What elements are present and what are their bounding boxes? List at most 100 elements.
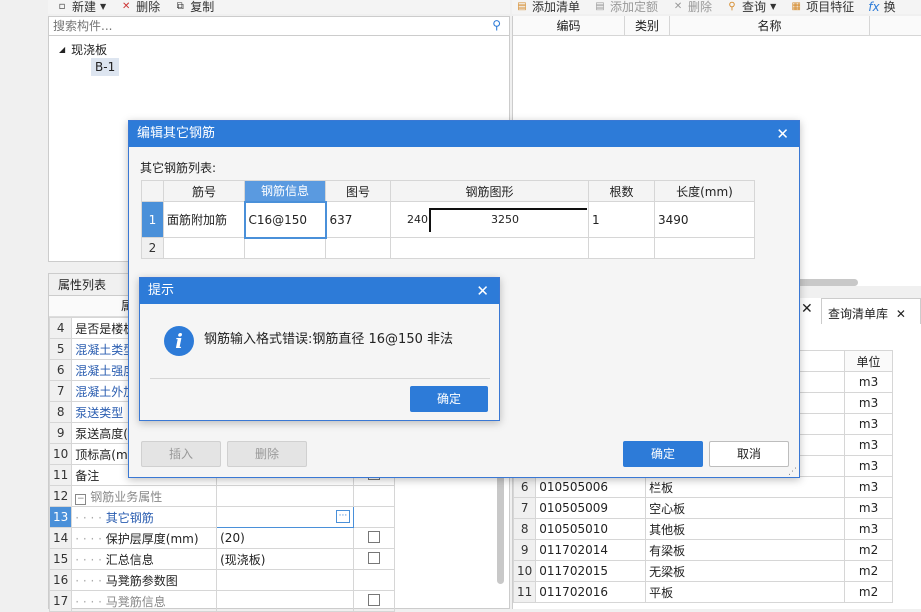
property-value[interactable] bbox=[216, 590, 355, 612]
fig-no-cell[interactable]: 637 bbox=[325, 201, 391, 238]
add-quota-icon: ▤ bbox=[595, 1, 605, 12]
property-check[interactable] bbox=[353, 590, 395, 612]
property-value[interactable]: (现浇板) bbox=[216, 548, 355, 570]
row-number: 9 bbox=[512, 539, 537, 561]
unit-cell: m3 bbox=[844, 476, 893, 498]
row-number: 10 bbox=[48, 443, 73, 465]
row-number: 16 bbox=[48, 569, 73, 591]
tab-query-list[interactable]: 查询清单库 ✕ bbox=[821, 298, 921, 324]
bar-info-cell[interactable]: C16@150 bbox=[243, 200, 327, 239]
property-check[interactable] bbox=[353, 569, 395, 591]
property-name: · · · · 马凳筋参数图 bbox=[71, 569, 218, 591]
close-icon[interactable]: ✕ bbox=[896, 307, 906, 321]
more-button[interactable]: ··· bbox=[335, 510, 351, 523]
row-number: 8 bbox=[512, 518, 537, 540]
length-cell[interactable]: 3490 bbox=[654, 201, 755, 238]
copy-icon: ⧉ bbox=[176, 1, 184, 12]
close-icon[interactable]: ✕ bbox=[476, 278, 489, 304]
tree-item-b1[interactable]: B-1 bbox=[91, 58, 120, 76]
property-row[interactable]: 17 · · · · 马凳筋信息 bbox=[48, 590, 395, 612]
tree-root[interactable]: ◢ 现浇板 bbox=[59, 41, 107, 58]
bar-info-cell[interactable] bbox=[244, 237, 326, 259]
table-row[interactable]: 6 010505006 栏板 m3 bbox=[512, 476, 893, 498]
rebar-row[interactable]: 1 面筋附加筋 C16@150 637 240 3250 1 3490 bbox=[141, 200, 755, 239]
unit-cell: m2 bbox=[844, 560, 893, 582]
table-row[interactable]: 9 011702014 有梁板 m2 bbox=[512, 539, 893, 561]
fx-button[interactable]: fx 换 bbox=[868, 0, 895, 14]
row-number: 12 bbox=[48, 485, 73, 507]
chevron-down-icon: ▼ bbox=[100, 2, 107, 11]
row-number: 2 bbox=[141, 237, 164, 259]
checkbox[interactable] bbox=[368, 593, 381, 606]
code-cell: 010505010 bbox=[535, 518, 647, 540]
unit-cell: m2 bbox=[844, 581, 893, 603]
table-row[interactable]: 11 011702016 平板 m2 bbox=[512, 581, 893, 603]
resize-grip-icon[interactable]: ⋰ bbox=[788, 467, 797, 477]
ok-button[interactable]: 确定 bbox=[623, 441, 703, 467]
row-number: 10 bbox=[512, 560, 537, 582]
row-number: 11 bbox=[48, 464, 73, 486]
add-list-button[interactable]: ▤ 添加清单 bbox=[516, 0, 580, 14]
property-value[interactable]: (20) bbox=[216, 527, 355, 549]
query-icon: ⚲ bbox=[728, 1, 736, 12]
property-row[interactable]: 15 · · · · 汇总信息 (现浇板) bbox=[48, 548, 395, 570]
bar-no-cell[interactable] bbox=[163, 237, 245, 259]
checkbox[interactable] bbox=[368, 530, 381, 543]
delete-button[interactable]: ✕ 删除 bbox=[120, 0, 160, 14]
row-number: 5 bbox=[48, 338, 73, 360]
table-row[interactable]: 8 010505010 其他板 m3 bbox=[512, 518, 893, 540]
header-corner bbox=[141, 180, 164, 202]
divider bbox=[150, 378, 490, 379]
fig-no-cell[interactable] bbox=[325, 237, 391, 259]
add-quota-button[interactable]: ▤ 添加定额 bbox=[594, 0, 658, 14]
query-button[interactable]: ⚲ 查询 ▼ bbox=[726, 0, 776, 14]
delete-list-button[interactable]: ✕ 删除 bbox=[672, 0, 712, 14]
unit-cell: m2 bbox=[844, 539, 893, 561]
count-cell[interactable]: 1 bbox=[588, 201, 655, 238]
bar-no-cell[interactable]: 面筋附加筋 bbox=[163, 201, 245, 238]
checkbox[interactable] bbox=[368, 551, 381, 564]
property-check[interactable] bbox=[353, 485, 395, 507]
close-icon[interactable]: ✕ bbox=[776, 121, 789, 147]
count-cell[interactable] bbox=[588, 237, 655, 259]
property-row[interactable]: 12− 钢筋业务属性 bbox=[48, 485, 395, 507]
search-icon[interactable]: ⚲ bbox=[492, 18, 501, 32]
copy-button[interactable]: ⧉ 复制 bbox=[174, 0, 215, 14]
bar-shape-cell: 240 3250 bbox=[390, 201, 589, 238]
name-cell: 平板 bbox=[645, 581, 846, 603]
collapse-icon[interactable]: − bbox=[75, 493, 87, 505]
property-check[interactable] bbox=[353, 527, 395, 549]
property-value[interactable]: ··· bbox=[216, 506, 355, 528]
new-button[interactable]: ▫ 新建 ▼ bbox=[56, 0, 107, 14]
property-check[interactable] bbox=[353, 548, 395, 570]
delete-button[interactable]: 删除 bbox=[227, 441, 307, 467]
close-icon[interactable]: ✕ bbox=[801, 301, 813, 317]
insert-button[interactable]: 插入 bbox=[141, 441, 221, 467]
name-cell: 其他板 bbox=[645, 518, 846, 540]
property-check[interactable] bbox=[353, 506, 395, 528]
row-number: 7 bbox=[512, 497, 537, 519]
table-row[interactable]: 7 010505009 空心板 m3 bbox=[512, 497, 893, 519]
unit-cell: m3 bbox=[844, 455, 893, 477]
rebar-row[interactable]: 2 bbox=[141, 237, 755, 259]
search-box[interactable]: ⚲ bbox=[48, 16, 510, 36]
table-row[interactable]: 10 011702015 无梁板 m2 bbox=[512, 560, 893, 582]
unit-cell: m3 bbox=[844, 497, 893, 519]
tab-close-prev[interactable]: ✕ bbox=[801, 301, 813, 317]
row-number: 11 bbox=[512, 581, 537, 603]
search-input[interactable] bbox=[49, 17, 469, 35]
property-value[interactable] bbox=[216, 569, 355, 591]
alert-ok-button[interactable]: 确定 bbox=[410, 386, 488, 412]
property-row[interactable]: 16 · · · · 马凳筋参数图 bbox=[48, 569, 395, 591]
property-value[interactable] bbox=[216, 485, 355, 507]
property-row[interactable]: 13 · · · · 其它钢筋 ··· bbox=[48, 506, 395, 528]
code-cell: 011702015 bbox=[535, 560, 647, 582]
row-number: 6 bbox=[48, 359, 73, 381]
length-cell[interactable] bbox=[654, 237, 755, 259]
item-feature-button[interactable]: ▦ 项目特征 bbox=[790, 0, 854, 14]
delete-icon: ✕ bbox=[121, 1, 131, 12]
bar-shape-cell[interactable] bbox=[390, 237, 589, 259]
property-row[interactable]: 14 · · · · 保护层厚度(mm) (20) bbox=[48, 527, 395, 549]
collapse-icon[interactable]: ◢ bbox=[59, 45, 65, 54]
cancel-button[interactable]: 取消 bbox=[709, 441, 789, 467]
